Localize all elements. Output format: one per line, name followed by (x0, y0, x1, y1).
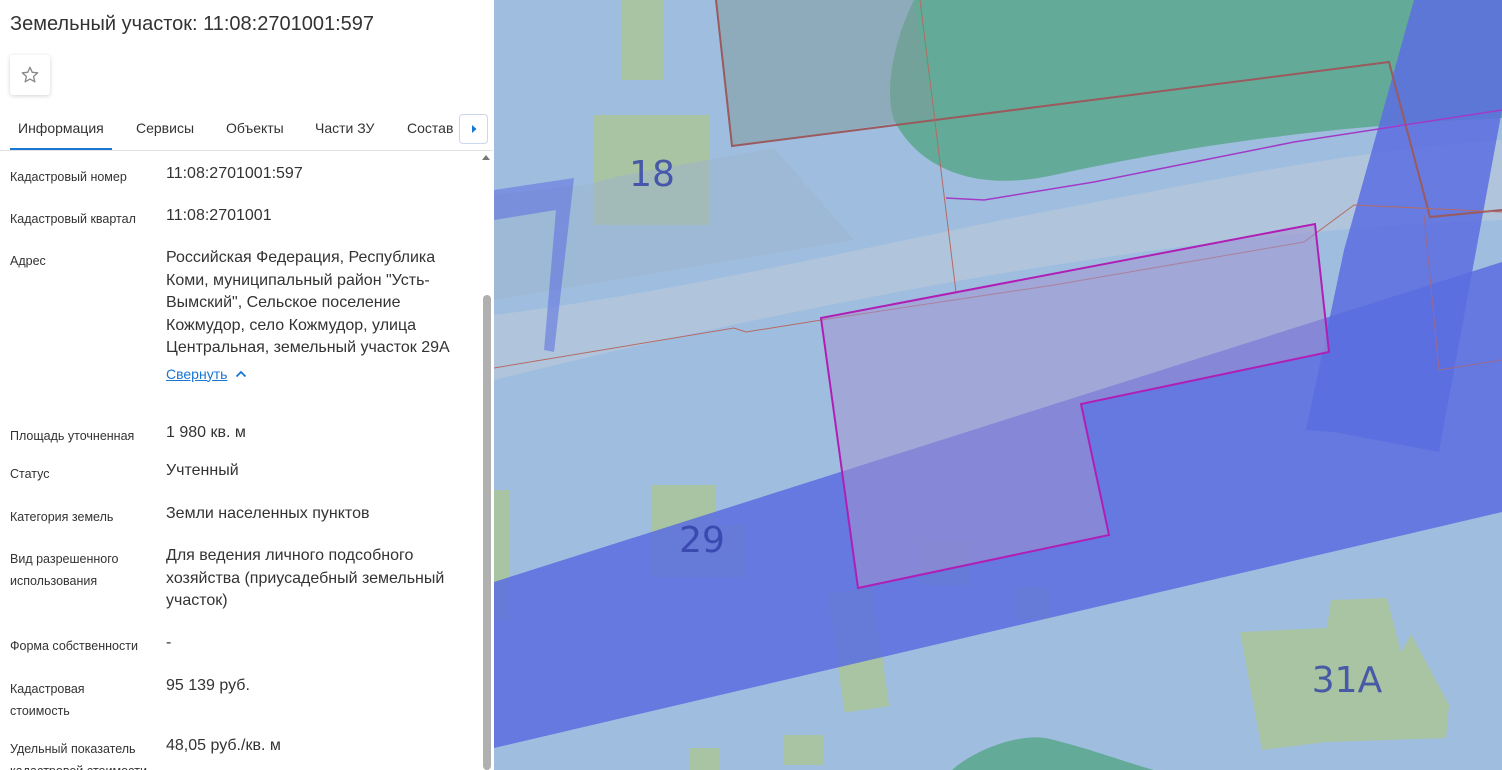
field-label: Статус (10, 467, 50, 481)
field-label: Удельный показатель кадастровой стоимост… (10, 742, 147, 770)
collapse-link[interactable]: Свернуть (166, 363, 247, 386)
building-shape (690, 748, 720, 770)
field-label: Категория земель (10, 510, 114, 524)
field-value: Для ведения личного подсобного хозяйства… (166, 547, 445, 609)
tabs-next-button[interactable] (459, 114, 488, 144)
building-shape (622, 0, 664, 80)
house-number-label: 31А (1312, 660, 1383, 701)
field-value: 11:08:2701001 (166, 207, 272, 224)
chevron-up-icon (236, 370, 247, 377)
scrollbar-thumb[interactable] (483, 295, 491, 770)
tab-parcel-parts[interactable]: Части ЗУ (315, 110, 374, 148)
house-number-label: 18 (629, 154, 675, 195)
collapse-link-label: Свернуть (166, 365, 228, 382)
favorite-button[interactable] (10, 55, 50, 95)
building-shape (784, 735, 824, 765)
info-list: Кадастровый номер 11:08:2701001:597 Када… (0, 150, 480, 770)
field-address: Адрес Российская Федерация, Республика К… (10, 247, 470, 410)
tab-composition[interactable]: Состав (407, 110, 453, 148)
map-canvas[interactable]: 18 29 31А (494, 0, 1502, 770)
tab-bar: Информация Сервисы Объекты Части ЗУ Сост… (0, 110, 493, 151)
panel-scrollbar[interactable] (481, 150, 493, 770)
page-title: Земельный участок: 11:08:2701001:597 (10, 13, 375, 35)
field-value: 1 980 кв. м (166, 424, 246, 441)
tab-objects[interactable]: Объекты (226, 110, 284, 148)
field-label: Форма собственности (10, 639, 138, 653)
info-panel: Земельный участок: 11:08:2701001:597 Инф… (0, 0, 493, 770)
chevron-right-icon (471, 125, 476, 133)
field-label: Вид разрешенного использования (10, 552, 119, 588)
tab-services[interactable]: Сервисы (136, 110, 194, 148)
field-value: 48,05 руб./кв. м (166, 737, 281, 754)
field-value: Российская Федерация, Республика Коми, м… (166, 247, 462, 386)
field-value: Земли населенных пунктов (166, 505, 370, 522)
field-label: Площадь уточненная (10, 429, 135, 443)
field-label: Адрес (10, 254, 46, 268)
star-icon (21, 66, 39, 83)
address-text: Российская Федерация, Республика Коми, м… (166, 249, 450, 356)
field-label: Кадастровый квартал (10, 212, 136, 226)
map-view[interactable]: 18 29 31А (494, 0, 1502, 770)
house-number-label: 29 (679, 520, 725, 561)
field-value: 95 139 руб. (166, 677, 250, 694)
field-value: - (166, 634, 172, 651)
field-value: 11:08:2701001:597 (166, 165, 303, 182)
tab-information[interactable]: Информация (10, 110, 112, 150)
scroll-up-arrow-icon[interactable] (482, 155, 490, 160)
forest-area (952, 737, 1154, 770)
field-value: Учтенный (166, 462, 239, 479)
field-label: Кадастровый номер (10, 170, 127, 184)
field-label: Кадастровая стоимость (10, 682, 85, 718)
